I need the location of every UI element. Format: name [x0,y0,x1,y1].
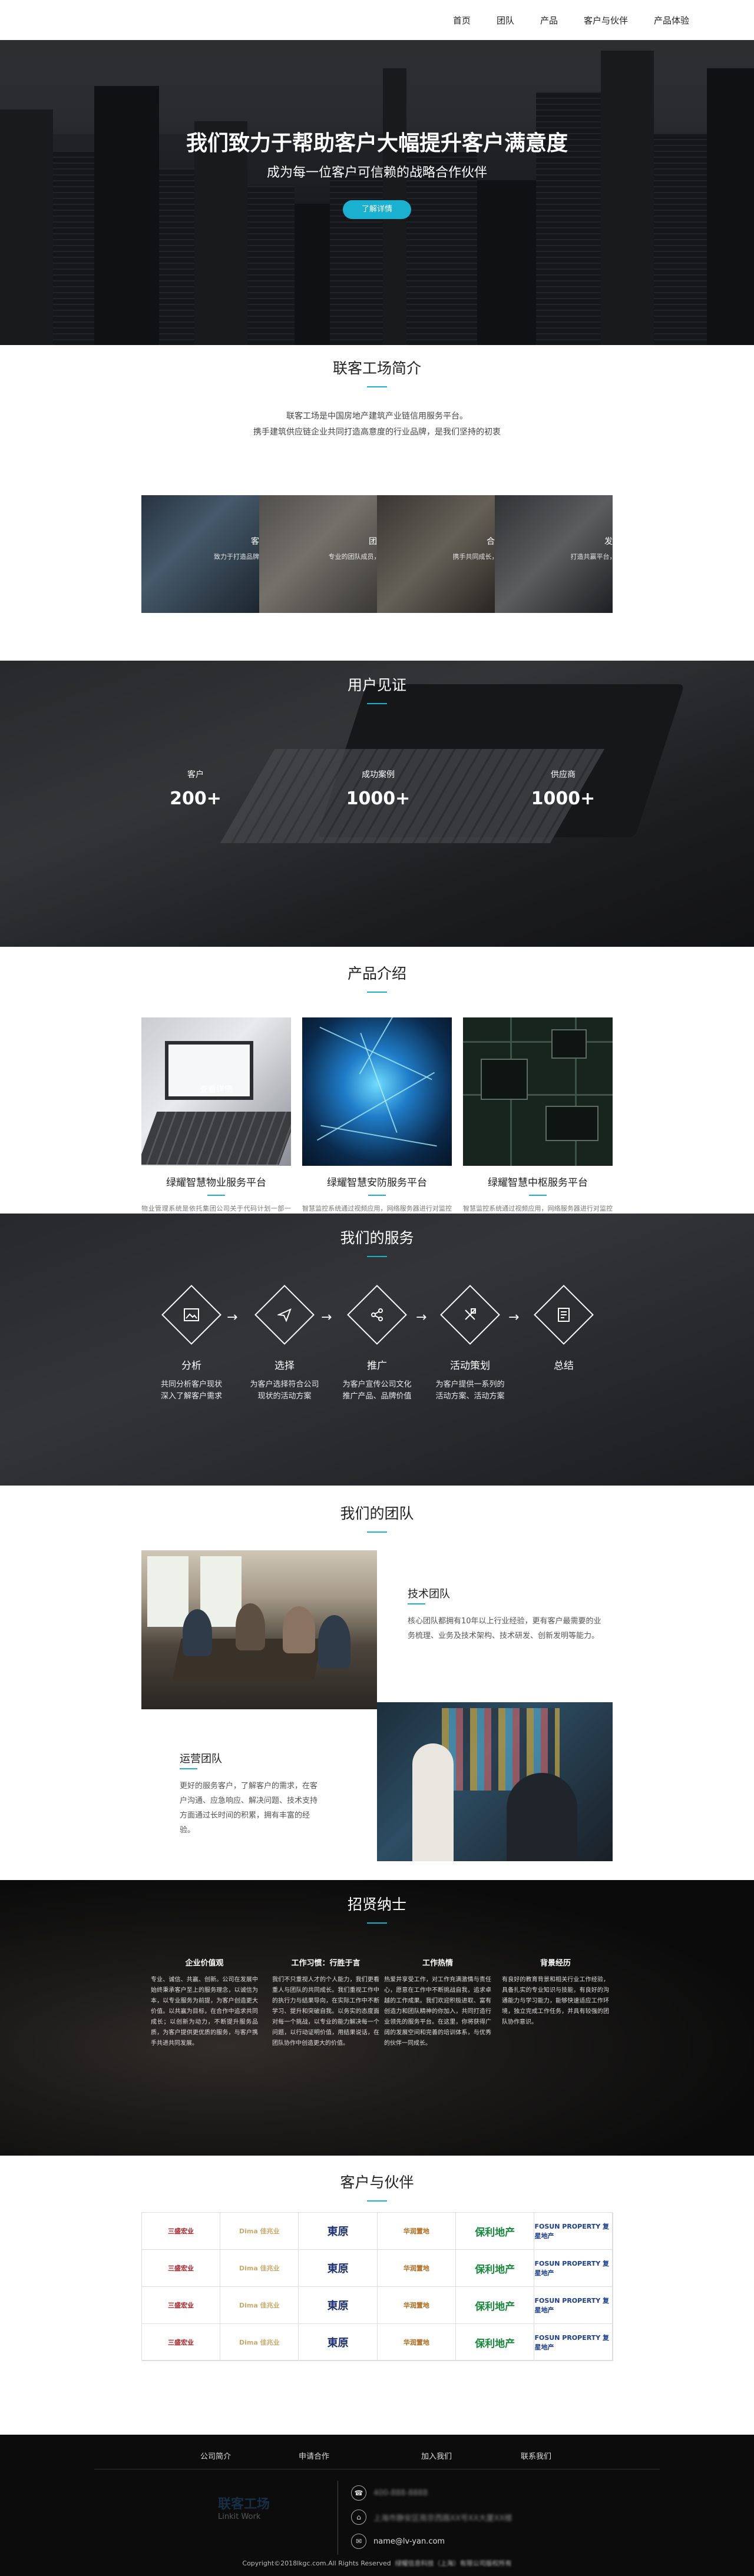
partner-logo: 保利地产 [456,2250,535,2287]
send-icon [264,1295,305,1335]
partners-section: 客户与伙伴 三盛宏业 Dima 佳兆业 東原 华润置地 保利地产 FOSUN PROPER… [0,2156,754,2435]
tech-team-desc: 核心团队都拥有10年以上行业经验，更有客户最需要的业务梳理、业务及技术架构、技术… [408,1617,601,1640]
services-title: 我们的服务 [340,1229,414,1246]
footer-link-apply[interactable]: 申请合作 [299,2450,329,2461]
footer-link-contact[interactable]: 联系我们 [521,2450,551,2461]
nav-products[interactable]: 产品 [540,14,558,26]
arrow-icon: → [227,1310,238,1325]
tile-development[interactable]: 发展打造共赢平台，实现持续发展 [495,495,613,613]
intro-tiles: 客户致力于打造品牌，帮助客户成长 团队专业的团队成员，优质的服务体验 合作携手共… [141,495,613,613]
recruit-col-habits: 工作习惯：行胜于言 我们不只重视人才的个人能力，我们更看重人与团队的共同成长。我们… [272,1959,379,2047]
partner-logo: FOSUN PROPERTY 复星地产 [534,2250,613,2287]
products-section: 产品介绍 查看详情 绿耀智慧物业服务平台 物业管理系统是依托集团公司关于代码计划… [0,947,754,1271]
partner-logo: 三盛宏业 [142,2250,220,2287]
partner-logo: 华润置地 [377,2324,456,2361]
partner-logo: 保利地产 [456,2324,535,2361]
recruit-col-passion: 工作热情 热爱并享受工作，对工作充满激情与责任心，愿意在工作中不断挑战自我，追求卓… [384,1959,491,2047]
intro-desc-line2: 携手建筑供应链企业共同打造高意度的行业品牌，是我们坚持的初衷 [253,427,501,437]
hero-subtitle: 成为每一位客户可信赖的战略合作伙伴 [266,165,487,180]
recruit-col-values: 企业价值观 专业、诚信、共赢、创新。公司在发展中始终秉承客户至上的服务理念，以诚信… [151,1959,258,2047]
share-icon [357,1295,397,1335]
arrow-icon: → [508,1310,520,1325]
intro-title: 联客工场简介 [332,360,421,377]
footer-address: ⌂ 上海市静安区南京西路XX号XX大厦XX楼 [351,2509,512,2525]
nav-partners[interactable]: 客户与伙伴 [584,14,628,26]
team-section: 我们的团队 技术团队 核心团队都拥有10年以上行业经验，更有客户最需要的业务梳理… [0,1486,754,1880]
footer-phone: ☎ 400-888-8888 [351,2485,428,2501]
service-analysis: 分析 共同分析客户现状 深入了解客户需求 [153,1285,230,1403]
partner-logo: 华润置地 [377,2287,456,2324]
ops-team-desc: 更好的服务客户，了解客户的需求，在客户沟通、应急响应、解决问题、技术支持方面通过… [180,1782,318,1835]
intro-desc-line1: 联客工场是中国房地产建筑产业链信用服务平台。 [286,412,468,421]
user-proof-section: 用户见证 客户 200+ 成功案例 1000+ 供应商 1000+ [0,661,754,947]
partners-title: 客户与伙伴 [340,2174,414,2191]
phone-icon: ☎ [351,2485,366,2501]
nav-team[interactable]: 团队 [497,14,514,26]
tile-cooperation[interactable]: 合作携手共同成长，创造更多价值 [377,495,495,613]
partner-logo: 東原 [299,2287,378,2324]
service-promote: 推广 为客户宣传公司文化 推广产品、品牌价值 [339,1285,415,1403]
partner-logo: FOSUN PROPERTY 复星地产 [534,2213,613,2250]
stat-customers: 客户 200+ [170,770,221,809]
service-planning: 活动策划 为客户提供一系列的 活动方案、活动方案 [432,1285,508,1403]
tech-team-photo [141,1550,377,1709]
stat-suppliers: 供应商 1000+ [531,770,596,809]
recruit-col-background: 背景经历 有良好的教育背景和相关行业工作经验，具备扎实的专业知识与技能，有良好的沟… [502,1959,609,2025]
nav-home[interactable]: 首页 [453,14,471,26]
document-icon [544,1295,584,1335]
arrow-icon: → [321,1310,332,1325]
nav-experience[interactable]: 产品体验 [654,14,689,26]
copyright: Copyright©2018lkgc.com.All Rights Reserv… [242,2560,512,2567]
image-icon [171,1295,211,1335]
tile-customer[interactable]: 客户致力于打造品牌，帮助客户成长 [141,495,259,613]
top-navigation: 首页 团队 产品 客户与伙伴 产品体验 [0,0,754,40]
tile-team[interactable]: 团队专业的团队成员，优质的服务体验 [259,495,377,613]
intro-section: 联客工场简介 联客工场是中国房地产建筑产业链信用服务平台。 携手建筑供应链企业共… [0,345,754,661]
partner-logo: 東原 [299,2250,378,2287]
partner-logo: Dima 佳兆业 [220,2287,299,2324]
hero-banner: 我们致力于帮助客户大幅提升客户满意度 成为每一位客户可信赖的战略合作伙伴 了解详… [0,40,754,345]
learn-more-button[interactable]: 了解详情 [343,200,411,219]
partner-logo: 東原 [299,2213,378,2250]
ops-team-photo [377,1702,613,1861]
mail-icon: ✉ [351,2534,366,2549]
footer-email[interactable]: ✉ name@lv-yan.com [351,2534,445,2549]
partner-logo: 三盛宏业 [142,2213,220,2250]
partner-logo: Dima 佳兆业 [220,2324,299,2361]
location-icon: ⌂ [351,2509,366,2525]
partner-logo: FOSUN PROPERTY 复星地产 [534,2287,613,2324]
proof-title: 用户见证 [347,677,406,694]
recruitment-section: 招贤纳士 企业价值观 专业、诚信、共赢、创新。公司在发展中始终秉承客户至上的服务理… [0,1880,754,2156]
partner-logo: FOSUN PROPERTY 复星地产 [534,2324,613,2361]
view-details-overlay[interactable]: 查看详情 [141,1083,291,1095]
partner-logo: 東原 [299,2324,378,2361]
products-title: 产品介绍 [347,965,406,982]
service-select: 选择 为客户选择符合公司 现状的活动方案 [246,1285,323,1403]
partner-logo: Dima 佳兆业 [220,2250,299,2287]
partner-logo: 保利地产 [456,2213,535,2250]
footer: 公司简介 申请合作 加入我们 联系我们 联客工场 Linkit Work ☎ 40… [0,2435,754,2576]
partner-logo: 华润置地 [377,2213,456,2250]
partner-logo: 三盛宏业 [142,2287,220,2324]
services-section: 我们的服务 分析 共同分析客户现状 深入了解客户需求 → 选择 为客户选择符合公司… [0,1214,754,1486]
partner-logo: Dima 佳兆业 [220,2213,299,2250]
footer-link-join[interactable]: 加入我们 [421,2450,452,2461]
hero-title: 我们致力于帮助客户大幅提升客户满意度 [186,131,568,155]
partner-logo: 保利地产 [456,2287,535,2324]
tech-team-title: 技术团队 [408,1588,450,1600]
footer-logo: 联客工场 Linkit Work [218,2497,270,2521]
recruitment-title: 招贤纳士 [347,1896,406,1913]
partner-logo: 华润置地 [377,2250,456,2287]
arrow-icon: → [416,1310,427,1325]
partner-logo-grid: 三盛宏业 Dima 佳兆业 東原 华润置地 保利地产 FOSUN PROPERTY 复星地… [141,2212,613,2361]
tools-icon [450,1295,490,1335]
footer-link-about[interactable]: 公司简介 [200,2450,231,2461]
stat-cases: 成功案例 1000+ [346,770,411,809]
service-summary: 总结 [525,1285,602,1379]
ops-team-title: 运营团队 [180,1753,222,1765]
team-title: 我们的团队 [340,1505,414,1522]
partner-logo: 三盛宏业 [142,2324,220,2361]
